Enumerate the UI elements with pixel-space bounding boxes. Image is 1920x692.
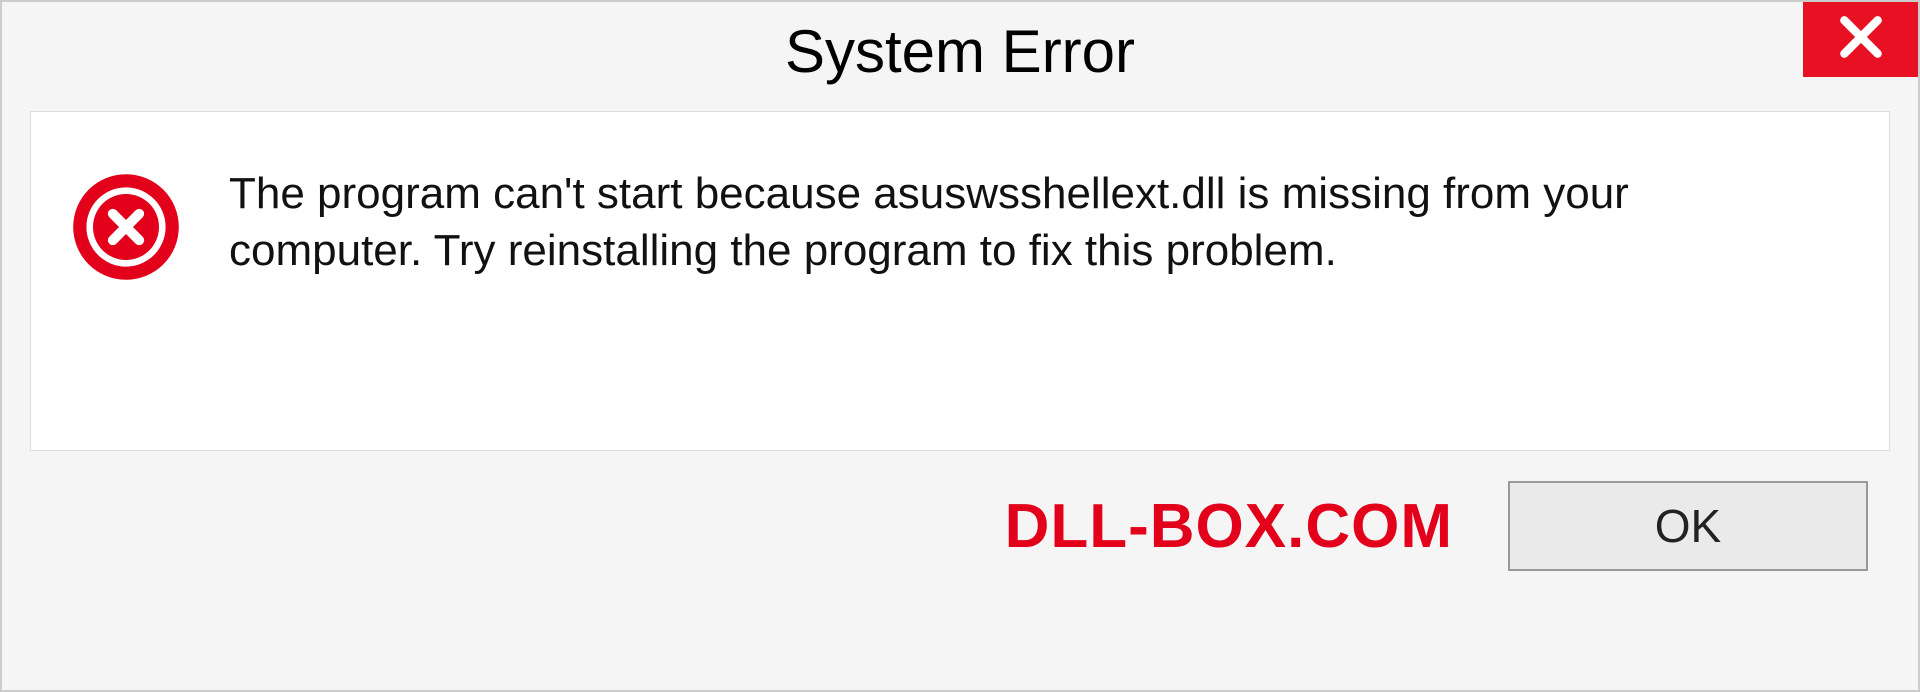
ok-button-label: OK <box>1655 499 1721 553</box>
close-icon <box>1836 12 1886 67</box>
error-message: The program can't start because asuswssh… <box>229 162 1849 279</box>
content-area: The program can't start because asuswssh… <box>30 111 1890 451</box>
brand-label: DLL-BOX.COM <box>1005 491 1453 562</box>
close-button[interactable] <box>1803 2 1918 77</box>
error-icon <box>71 172 181 282</box>
dialog-title: System Error <box>785 17 1135 86</box>
titlebar: System Error <box>2 2 1918 111</box>
ok-button[interactable]: OK <box>1508 481 1868 571</box>
error-dialog: System Error The program can't start bec… <box>0 0 1920 692</box>
dialog-footer: DLL-BOX.COM OK <box>2 451 1918 571</box>
